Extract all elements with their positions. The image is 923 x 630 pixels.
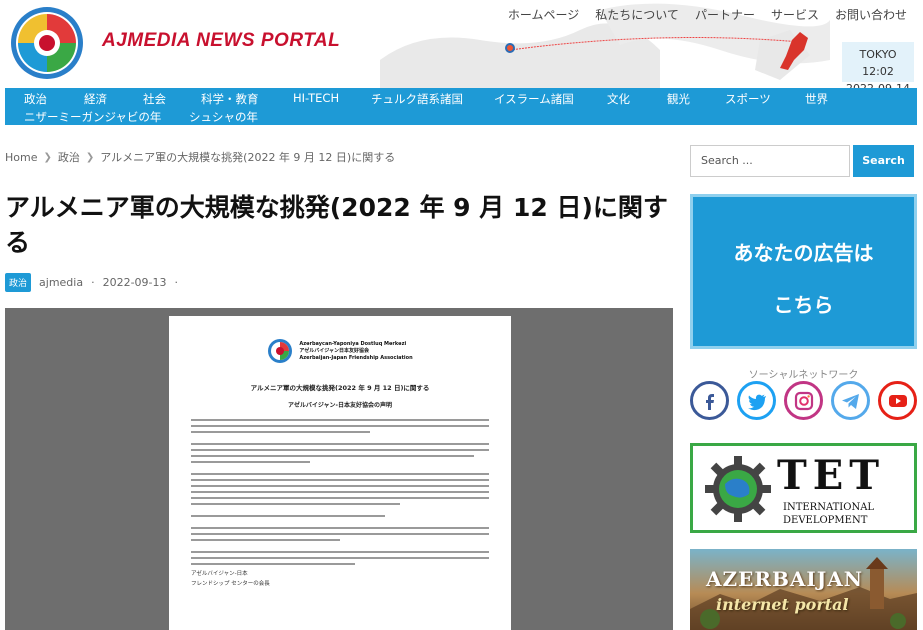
nav-item-science[interactable]: 科学・教育	[201, 91, 259, 107]
instagram-icon[interactable]	[784, 381, 823, 420]
nav-item-hitech[interactable]: HI-TECH	[293, 91, 339, 105]
top-nav: ホームページ 私たちについて パートナー サービス お問い合わせ	[508, 6, 907, 23]
top-nav-about[interactable]: 私たちについて	[595, 6, 679, 23]
nav-item-shusha-year[interactable]: シュシャの年	[189, 109, 258, 125]
document-subheading: アゼルバイジャン-日本友好協会の声明	[287, 402, 393, 409]
az-portal-title: AZERBAIJAN	[706, 567, 864, 591]
nav-item-politics[interactable]: 政治	[24, 91, 47, 107]
tet-international-banner[interactable]: TET INTERNATIONAL DEVELOPMENT	[690, 443, 917, 533]
search-button[interactable]: Search	[853, 145, 914, 177]
article-author[interactable]: ajmedia	[39, 276, 83, 289]
association-logo-icon	[268, 339, 293, 363]
document-letterhead: Azərbaycan-Yaponiya Dostluq Mərkəzi アゼルバ…	[191, 338, 489, 364]
tet-line1: INTERNATIONAL	[783, 502, 875, 513]
main-nav: 政治 経済 社会 科学・教育 HI-TECH チュルク語系諸国 イスラーム諸国 …	[5, 88, 917, 125]
nav-item-world[interactable]: 世界	[805, 91, 828, 107]
article-title: アルメニア軍の大規模な挑発(2022 年 9 月 12 日)に関する	[5, 193, 668, 257]
chevron-right-icon: ❯	[43, 151, 52, 163]
top-nav-contact[interactable]: お問い合わせ	[835, 6, 907, 23]
nav-item-society[interactable]: 社会	[143, 91, 166, 107]
nav-item-turkic[interactable]: チュルク語系諸国	[371, 91, 463, 107]
document-org-name: Azərbaycan-Yaponiya Dostluq Mərkəzi アゼルバ…	[299, 340, 413, 361]
clock-time: TOKYO 12:02	[859, 48, 897, 78]
nav-item-sports[interactable]: スポーツ	[725, 91, 771, 107]
top-nav-home[interactable]: ホームページ	[508, 6, 579, 23]
breadcrumb-current: アルメニア軍の大規模な挑発(2022 年 9 月 12 日)に関する	[100, 151, 396, 164]
social-links	[690, 381, 917, 420]
site-header: AJMEDIA NEWS PORTAL ホームページ 私たちについて パートナー…	[0, 0, 923, 88]
clock-date: 2022-09-14	[842, 80, 914, 88]
nav-item-islamic[interactable]: イスラーム諸国	[494, 91, 574, 107]
meta-separator: ·	[91, 276, 95, 289]
nav-item-tourism[interactable]: 観光	[667, 91, 690, 107]
gear-globe-icon	[705, 456, 771, 522]
tet-name: TET	[777, 452, 886, 499]
ad-banner[interactable]: あなたの広告は こちら	[690, 194, 917, 349]
article-meta: 政治 ajmedia · 2022-09-13 ·	[5, 273, 178, 292]
youtube-icon[interactable]	[878, 381, 917, 420]
nav-item-nizami-year[interactable]: ニザーミーガンジャビの年	[24, 109, 161, 125]
site-logo[interactable]	[10, 6, 84, 80]
article-date: 2022-09-13	[102, 276, 167, 289]
tet-line2: DEVELOPMENT	[783, 515, 868, 526]
nav-item-culture[interactable]: 文化	[607, 91, 630, 107]
site-title[interactable]: AJMEDIA NEWS PORTAL	[102, 30, 340, 52]
social-title: ソーシャルネットワーク	[748, 370, 859, 381]
azerbaijan-portal-banner[interactable]: AZERBAIJAN internet portal	[690, 549, 917, 630]
nav-item-economy[interactable]: 経済	[84, 91, 107, 107]
document-signature: アゼルバイジャン-日本 フレンドシップ センターの会長	[191, 571, 270, 587]
document-heading: アルメニア軍の大規模な挑発(2022 年 9 月 12 日)に関する	[250, 384, 430, 392]
ad-text-line1: あなたの広告は	[733, 241, 874, 265]
ad-text-line2: こちら	[773, 293, 834, 317]
meta-separator: ·	[174, 276, 179, 289]
facebook-icon[interactable]	[690, 381, 729, 420]
breadcrumb: Home ❯ 政治 ❯ アルメニア軍の大規模な挑発(2022 年 9 月 12 …	[5, 149, 395, 165]
breadcrumb-category[interactable]: 政治	[58, 149, 80, 165]
top-nav-services[interactable]: サービス	[771, 6, 819, 23]
telegram-icon[interactable]	[831, 381, 870, 420]
az-portal-subtitle: internet portal	[716, 595, 849, 614]
top-nav-partners[interactable]: パートナー	[695, 6, 755, 23]
breadcrumb-home[interactable]: Home	[5, 151, 37, 164]
category-badge[interactable]: 政治	[5, 273, 32, 292]
document-page: Azərbaycan-Yaponiya Dostluq Mərkəzi アゼルバ…	[169, 316, 511, 630]
twitter-icon[interactable]	[737, 381, 776, 420]
document-body	[191, 419, 489, 565]
chevron-right-icon: ❯	[85, 151, 95, 163]
article-document-image: Azərbaycan-Yaponiya Dostluq Mərkəzi アゼルバ…	[5, 308, 673, 630]
tokyo-clock: TOKYO 12:02 2022-09-14	[842, 42, 914, 88]
search-input[interactable]: Search ...	[690, 145, 850, 177]
